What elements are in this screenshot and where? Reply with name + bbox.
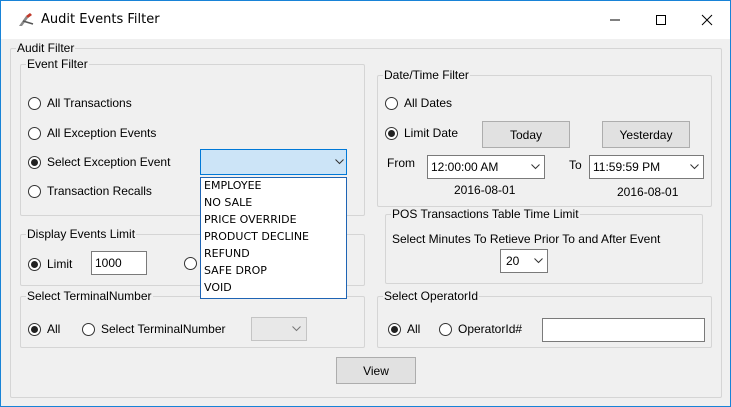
close-button[interactable] <box>684 1 730 39</box>
chevron-down-icon[interactable] <box>286 318 306 340</box>
dropdown-option[interactable]: EMPLOYEE <box>201 178 346 195</box>
radio-transaction-recalls[interactable]: Transaction Recalls <box>28 184 152 198</box>
from-time-value: 12:00:00 AM <box>431 160 499 174</box>
select-terminal-label: Select TerminalNumber <box>26 289 153 303</box>
radio-button[interactable] <box>28 322 41 336</box>
transaction-recalls-label: Transaction Recalls <box>47 184 152 198</box>
radio-button[interactable] <box>28 184 41 198</box>
radio-all-exception-events[interactable]: All Exception Events <box>28 126 156 140</box>
operator-id-label: OperatorId# <box>458 322 523 336</box>
select-terminal-number-label: Select TerminalNumber <box>101 322 226 336</box>
pos-time-limit-label: POS Transactions Table Time Limit <box>391 207 580 221</box>
dropdown-option[interactable]: PRICE OVERRIDE <box>201 212 346 229</box>
limit-input[interactable]: 1000 <box>91 251 147 275</box>
radio-no-limit[interactable] <box>184 257 197 270</box>
dropdown-option[interactable]: PRODUCT DECLINE <box>201 229 346 246</box>
select-exception-event-label: Select Exception Event <box>47 155 171 169</box>
radio-limit[interactable]: Limit <box>28 257 72 271</box>
radio-select-exception-event[interactable]: Select Exception Event <box>28 155 170 169</box>
title-bar[interactable]: Audit Events Filter <box>1 1 730 39</box>
date-time-filter-label: Date/Time Filter <box>383 68 470 82</box>
window-title: Audit Events Filter <box>41 12 160 27</box>
to-date: 2016-08-01 <box>617 185 679 199</box>
all-transactions-label: All Transactions <box>47 96 132 110</box>
pos-time-limit-description: Select Minutes To Retieve Prior To and A… <box>392 232 661 246</box>
chevron-down-icon[interactable] <box>529 250 547 272</box>
radio-button[interactable] <box>28 96 41 110</box>
radio-all-dates[interactable]: All Dates <box>385 96 452 110</box>
operator-id-input[interactable] <box>542 318 705 342</box>
dropdown-option[interactable]: VOID <box>201 280 346 297</box>
minimize-button[interactable] <box>592 1 638 39</box>
chevron-down-icon[interactable] <box>332 150 346 174</box>
radio-button[interactable] <box>385 96 398 110</box>
limit-date-label: Limit Date <box>404 126 459 140</box>
all-exception-events-label: All Exception Events <box>47 126 157 140</box>
chevron-down-icon[interactable] <box>526 156 544 178</box>
event-filter-label: Event Filter <box>26 57 89 71</box>
from-label: From <box>387 156 415 170</box>
all-dates-label: All Dates <box>404 96 453 110</box>
to-label: To <box>569 158 582 172</box>
radio-button[interactable] <box>28 257 41 271</box>
radio-all-transactions[interactable]: All Transactions <box>28 96 132 110</box>
today-button[interactable]: Today <box>482 121 570 148</box>
exception-event-combo[interactable] <box>200 149 347 175</box>
minimize-icon <box>610 19 620 21</box>
chevron-down-icon[interactable] <box>685 156 703 178</box>
minutes-combo[interactable]: 20 <box>500 249 548 273</box>
to-time-value: 11:59:59 PM <box>593 160 661 174</box>
dropdown-option[interactable]: SAFE DROP <box>201 263 346 280</box>
radio-button[interactable] <box>82 322 95 336</box>
radio-button[interactable] <box>385 126 398 140</box>
dropdown-option[interactable]: REFUND <box>201 246 346 263</box>
operator-all-label: All <box>407 322 421 336</box>
radio-button[interactable] <box>28 155 41 169</box>
radio-limit-date[interactable]: Limit Date <box>385 126 458 140</box>
radio-button[interactable] <box>439 322 452 336</box>
minutes-value: 20 <box>506 254 520 268</box>
maximize-button[interactable] <box>638 1 684 39</box>
limit-label: Limit <box>47 257 73 271</box>
radio-terminal-all[interactable]: All <box>28 322 60 336</box>
radio-operator-all[interactable]: All <box>388 322 420 336</box>
display-events-limit-label: Display Events Limit <box>26 227 137 241</box>
radio-button[interactable] <box>28 126 41 140</box>
dropdown-option[interactable]: NO SALE <box>201 195 346 212</box>
maximize-icon <box>656 15 666 25</box>
select-operator-label: Select OperatorId <box>383 289 480 303</box>
radio-button[interactable] <box>388 322 401 336</box>
close-icon <box>701 14 713 26</box>
app-icon <box>19 13 34 26</box>
audit-events-filter-window: Audit Events Filter Audit Filter Event F… <box>0 0 731 407</box>
exception-event-dropdown-list[interactable]: EMPLOYEE NO SALE PRICE OVERRIDE PRODUCT … <box>200 177 347 299</box>
terminal-all-label: All <box>47 322 61 336</box>
yesterday-button[interactable]: Yesterday <box>602 121 690 148</box>
radio-operator-id[interactable]: OperatorId# <box>439 322 522 336</box>
audit-filter-label: Audit Filter <box>16 41 76 55</box>
from-date: 2016-08-01 <box>454 183 516 197</box>
view-button[interactable]: View <box>336 357 416 384</box>
from-time-picker[interactable]: 12:00:00 AM <box>427 155 545 179</box>
to-time-picker[interactable]: 11:59:59 PM <box>589 155 704 179</box>
terminal-number-combo[interactable] <box>251 317 307 341</box>
radio-select-terminal[interactable]: Select TerminalNumber <box>82 322 226 336</box>
